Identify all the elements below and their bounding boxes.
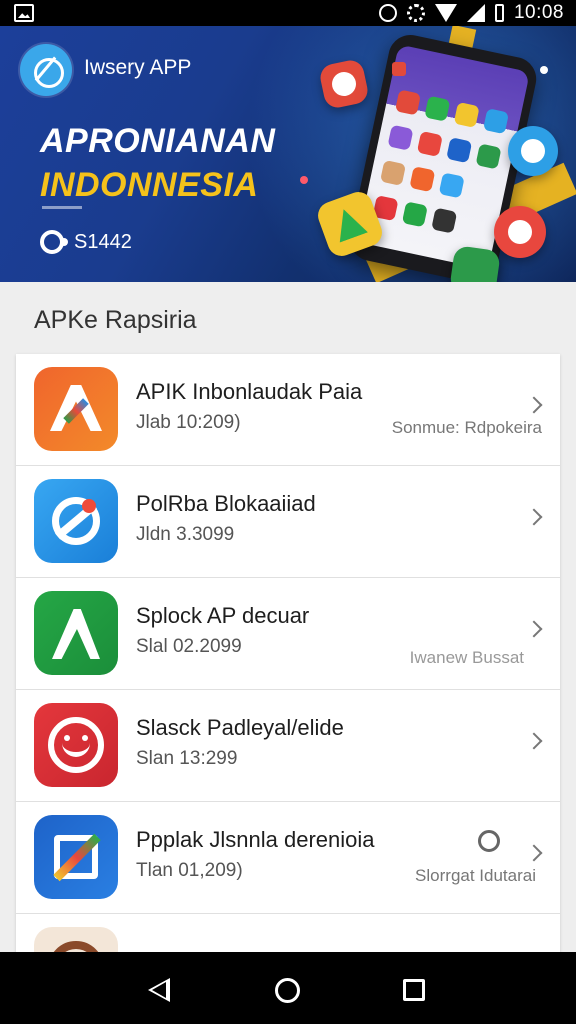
app-list: APIK Inbonlaudak Paia Jlab 10:209) Sonmu… [16, 354, 560, 954]
app-extra: Iwanew Bussat [409, 648, 524, 667]
recents-icon[interactable] [403, 979, 425, 1001]
list-item[interactable] [16, 914, 560, 954]
app-title: APIK Inbonlaudak Paia [136, 379, 363, 404]
app-subtitle: Jlab 10:209) [136, 412, 241, 433]
wifi-icon [434, 4, 457, 22]
app-title: PolRba Blokaaiiad [136, 491, 316, 516]
multicolor-square-logo-icon [34, 815, 118, 899]
list-item[interactable]: Slasck Padleyal/elide Slan 13:299 [16, 690, 560, 802]
list-item[interactable]: Ppplak Jlsnnla derenioia Tlan 01,209) Sl… [16, 802, 560, 914]
banner-app-name: Iwsery APP [84, 56, 192, 79]
download-icon [40, 230, 68, 254]
chevron-right-icon [525, 732, 543, 750]
signal-icon [466, 4, 485, 22]
blue-ring-logo-icon [34, 479, 118, 563]
banner-headline-line2: INDONNESIA [40, 166, 259, 204]
app-extra: Slorrgat Idutarai [415, 866, 536, 885]
list-item[interactable]: PolRba Blokaaiiad Jldn 3.3099 [16, 466, 560, 578]
banner-divider [42, 206, 82, 209]
hero-banner[interactable]: Iwsery APP APRONIANAN INDONNESIA S1442 [0, 26, 576, 282]
chevron-right-icon [525, 508, 543, 526]
share-icon[interactable] [478, 830, 500, 852]
status-bar: 10:08 [0, 0, 576, 26]
floating-app-icon [494, 206, 546, 258]
app-subtitle: Slal 02.2099 [136, 636, 242, 657]
navigation-bar [0, 952, 576, 1024]
app-extra: Sonmue: Rdpokeira [391, 418, 542, 437]
home-icon[interactable] [275, 978, 300, 1003]
app-subtitle: Jldn 3.3099 [136, 524, 235, 545]
status-icons: 10:08 [378, 0, 564, 26]
gallery-icon [14, 4, 34, 22]
app-title: Slasck Padleyal/elide [136, 715, 344, 740]
app-subtitle: Tlan 01,209) [136, 860, 243, 881]
list-item[interactable]: APIK Inbonlaudak Paia Jlab 10:209) Sonmu… [16, 354, 560, 466]
floating-chat-icon [508, 126, 558, 176]
red-smile-logo-icon [34, 703, 118, 787]
banner-headline-line1: APRONIANAN [40, 122, 276, 160]
app-title: Splock AP decuar [136, 603, 310, 628]
orange-a-logo-icon [34, 367, 118, 451]
green-arrow-logo-icon [34, 591, 118, 675]
chevron-right-icon [525, 396, 543, 414]
chevron-right-icon [525, 844, 543, 862]
download-count-text: S1442 [74, 230, 132, 253]
back-icon[interactable] [148, 978, 170, 1002]
brown-circle-logo-icon [34, 927, 118, 954]
battery-icon [494, 4, 504, 22]
alarm-icon [378, 4, 397, 22]
chevron-right-icon [525, 620, 543, 638]
app-title: Ppplak Jlsnnla derenioia [136, 827, 375, 852]
app-logo-icon [20, 44, 72, 96]
banner-download-count: S1442 [40, 230, 132, 254]
section-title: APKe Rapsiria [34, 306, 197, 334]
settings-notification-icon [406, 4, 425, 22]
list-item[interactable]: Splock AP decuar Slal 02.2099 Iwanew Bus… [16, 578, 560, 690]
app-subtitle: Slan 13:299 [136, 748, 238, 769]
status-time: 10:08 [513, 2, 564, 23]
